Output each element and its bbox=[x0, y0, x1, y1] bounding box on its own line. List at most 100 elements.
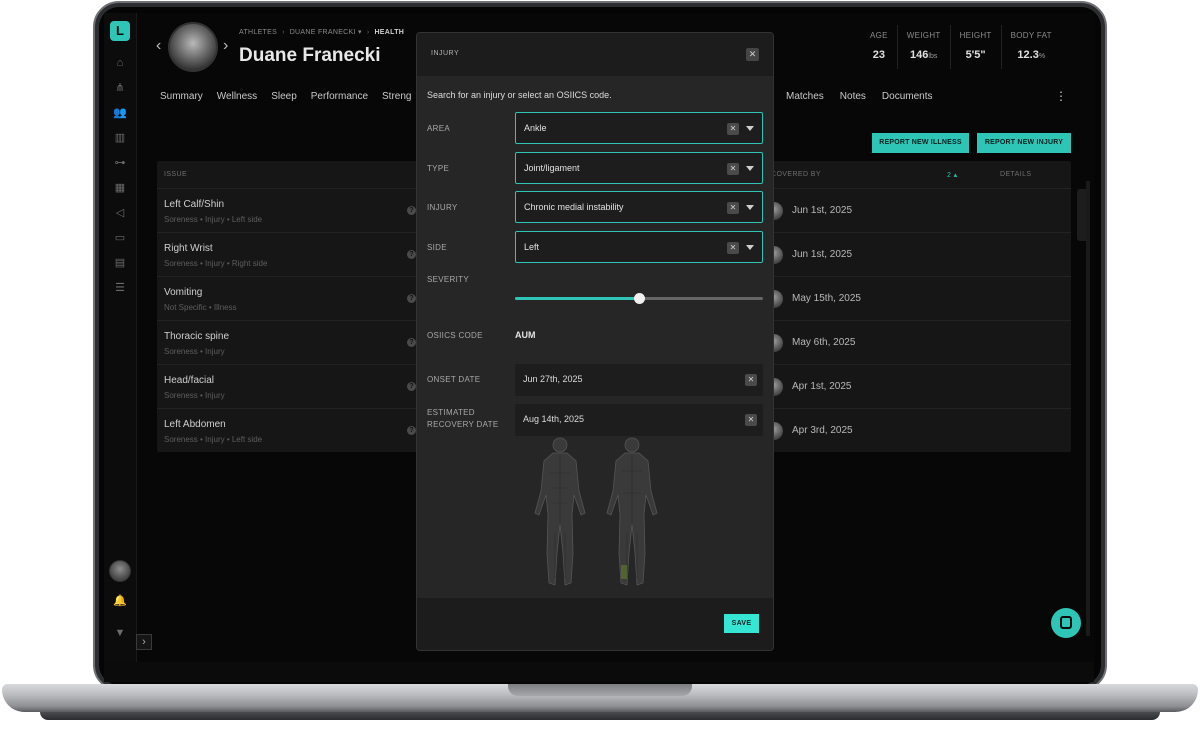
help-icon[interactable]: ? bbox=[407, 250, 416, 259]
breadcrumb-athlete[interactable]: DUANE FRANECKI ▾ bbox=[290, 29, 362, 36]
help-icon[interactable]: ? bbox=[407, 426, 416, 435]
bell-icon[interactable]: 🔔 bbox=[112, 593, 128, 609]
recovery-date-label-line2: RECOVERY DATE bbox=[427, 420, 499, 429]
chevron-down-icon[interactable] bbox=[746, 126, 754, 131]
type-value: Joint/ligament bbox=[524, 163, 580, 173]
support-chat-button[interactable] bbox=[1051, 608, 1081, 638]
stat-age: AGE 23 bbox=[861, 25, 897, 69]
tab-performance[interactable]: Performance bbox=[311, 91, 368, 105]
severity-label: SEVERITY bbox=[427, 275, 469, 284]
clear-icon[interactable]: ✕ bbox=[745, 374, 757, 386]
side-label: SIDE bbox=[427, 243, 447, 252]
hierarchy-icon[interactable]: ⋔ bbox=[112, 80, 128, 96]
recovery-date: May 15th, 2025 bbox=[792, 293, 861, 304]
save-button[interactable]: SAVE bbox=[724, 614, 759, 633]
breadcrumb: ATHLETES › DUANE FRANECKI ▾ › HEALTH bbox=[239, 28, 404, 36]
column-header-recovered-by[interactable]: COVERED BY bbox=[771, 171, 821, 178]
scrollbar[interactable] bbox=[1086, 181, 1090, 636]
sort-indicator[interactable]: 2 ▴ bbox=[947, 171, 958, 179]
column-header-issue[interactable]: ISSUE bbox=[164, 171, 187, 178]
clear-icon[interactable]: ✕ bbox=[727, 123, 739, 135]
filter-icon[interactable]: ▼ bbox=[112, 625, 128, 641]
tab-strength[interactable]: Streng bbox=[382, 91, 411, 105]
column-header-details[interactable]: DETAILS bbox=[1000, 171, 1031, 178]
modal-instruction: Search for an injury or select an OSIICS… bbox=[427, 90, 612, 100]
more-options-icon[interactable]: ⋮ bbox=[1055, 89, 1067, 103]
tab-sleep[interactable]: Sleep bbox=[271, 91, 297, 105]
injury-label: INJURY bbox=[427, 203, 458, 212]
chevron-down-icon[interactable] bbox=[746, 205, 754, 210]
breadcrumb-separator: › bbox=[282, 29, 285, 36]
tab-wellness[interactable]: Wellness bbox=[217, 91, 257, 105]
breadcrumb-current: HEALTH bbox=[374, 29, 405, 36]
stat-height: HEIGHT 5'5" bbox=[949, 25, 1001, 69]
athlete-avatar bbox=[168, 22, 218, 72]
issue-subtitle: Soreness • Injury • Left side bbox=[164, 435, 263, 444]
issue-title: Thoracic spine bbox=[164, 331, 230, 342]
help-icon[interactable]: ? bbox=[407, 206, 416, 215]
stat-label: BODY FAT bbox=[1010, 31, 1052, 40]
help-icon[interactable]: ? bbox=[407, 294, 416, 303]
front-head[interactable] bbox=[552, 437, 568, 453]
stat-weight: WEIGHT 146lbs bbox=[896, 25, 950, 69]
sliders-icon[interactable]: ☰ bbox=[112, 280, 128, 296]
user-avatar[interactable] bbox=[109, 560, 131, 582]
side-select[interactable]: Left ✕ bbox=[515, 231, 763, 263]
previous-athlete-icon[interactable]: ‹ bbox=[156, 37, 161, 55]
severity-slider[interactable] bbox=[515, 293, 763, 304]
modal-footer: SAVE bbox=[417, 598, 773, 650]
onset-date-input[interactable]: Jun 27th, 2025 ✕ bbox=[515, 364, 763, 396]
recovery-date-input[interactable]: Aug 14th, 2025 ✕ bbox=[515, 404, 763, 436]
injury-modal: INJURY ✕ Search for an injury or select … bbox=[417, 33, 773, 650]
type-label: TYPE bbox=[427, 164, 450, 173]
tab-notes[interactable]: Notes bbox=[840, 91, 866, 102]
tab-matches[interactable]: Matches bbox=[786, 91, 824, 102]
chevron-down-icon[interactable] bbox=[746, 166, 754, 171]
clear-icon[interactable]: ✕ bbox=[727, 242, 739, 254]
next-athlete-icon[interactable]: › bbox=[223, 37, 228, 55]
type-select[interactable]: Joint/ligament ✕ bbox=[515, 152, 763, 184]
report-new-injury-button[interactable]: REPORT NEW INJURY bbox=[977, 133, 1071, 153]
home-icon[interactable]: ⌂ bbox=[112, 55, 128, 71]
recovery-date-label-line1: ESTIMATED bbox=[427, 408, 475, 417]
breadcrumb-athletes[interactable]: ATHLETES bbox=[239, 29, 277, 36]
issue-subtitle: Soreness • Injury • Right side bbox=[164, 259, 268, 268]
briefcase-icon[interactable]: ▤ bbox=[112, 255, 128, 271]
highlighted-left-ankle[interactable] bbox=[621, 565, 627, 579]
recovery-date-label: ESTIMATED RECOVERY DATE bbox=[427, 407, 498, 431]
body-map[interactable] bbox=[522, 433, 672, 593]
tab-documents[interactable]: Documents bbox=[882, 91, 933, 102]
injury-select[interactable]: Chronic medial instability ✕ bbox=[515, 191, 763, 223]
bar-chart-icon[interactable]: ▥ bbox=[112, 130, 128, 146]
help-icon[interactable]: ? bbox=[407, 382, 416, 391]
clear-icon[interactable]: ✕ bbox=[745, 414, 757, 426]
sidebar-expand-button[interactable]: › bbox=[136, 634, 152, 650]
severity-handle[interactable] bbox=[633, 293, 645, 304]
tab-summary[interactable]: Summary bbox=[160, 91, 203, 105]
stat-label: HEIGHT bbox=[959, 31, 992, 40]
dumbbell-icon[interactable]: ⊶ bbox=[112, 155, 128, 171]
area-value: Ankle bbox=[524, 123, 547, 133]
modal-title: INJURY bbox=[431, 50, 460, 57]
clear-icon[interactable]: ✕ bbox=[727, 202, 739, 214]
stat-value: 146lbs bbox=[910, 49, 938, 61]
chat-icon[interactable]: ▭ bbox=[112, 230, 128, 246]
issue-title: Left Calf/Shin bbox=[164, 199, 225, 210]
area-label: AREA bbox=[427, 124, 450, 133]
report-new-illness-button[interactable]: REPORT NEW ILLNESS bbox=[872, 133, 969, 153]
megaphone-icon[interactable]: ◁ bbox=[112, 205, 128, 221]
back-head[interactable] bbox=[624, 437, 640, 453]
osiics-code-value: AUM bbox=[515, 330, 536, 340]
chevron-down-icon[interactable] bbox=[746, 245, 754, 250]
issue-subtitle: Soreness • Injury bbox=[164, 347, 225, 356]
calendar-icon[interactable]: ▦ bbox=[112, 180, 128, 196]
app-logo[interactable]: L bbox=[110, 21, 130, 41]
recovery-date: May 6th, 2025 bbox=[792, 337, 856, 348]
area-select[interactable]: Ankle ✕ bbox=[515, 112, 763, 144]
help-icon[interactable]: ? bbox=[407, 338, 416, 347]
clear-icon[interactable]: ✕ bbox=[727, 163, 739, 175]
athletes-icon[interactable]: 👥 bbox=[112, 105, 128, 121]
recovery-date: Apr 1st, 2025 bbox=[792, 381, 852, 392]
close-icon[interactable]: ✕ bbox=[746, 48, 759, 61]
laptop-frame: L ⌂ ⋔ 👥 ▥ ⊶ ▦ ◁ ▭ ▤ ☰ 🔔 ▼ › ‹ › ATHLETES… bbox=[0, 0, 1200, 732]
